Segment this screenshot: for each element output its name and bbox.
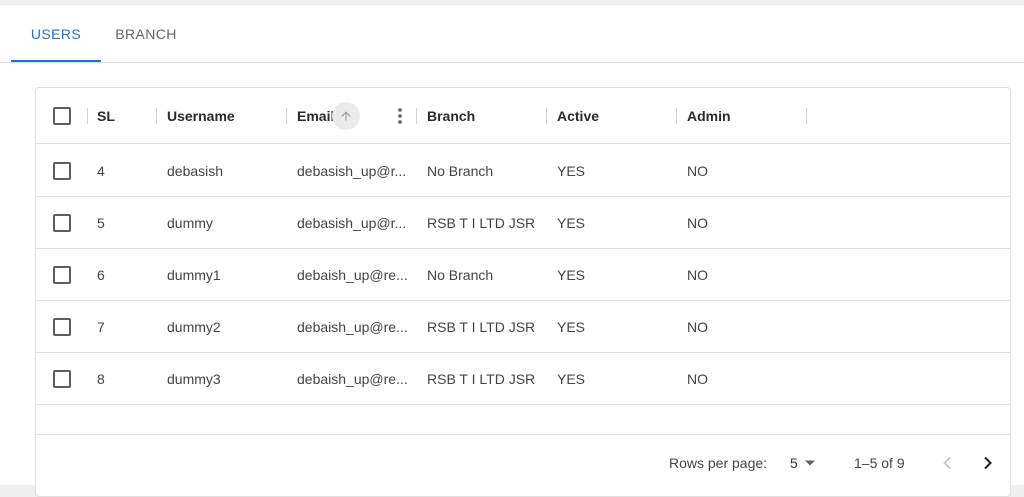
table-row[interactable]: 6 dummy1 debaish_up@re... No Branch YES … xyxy=(36,249,1010,301)
column-separator xyxy=(87,108,88,124)
cell-email: debasish_up@r... xyxy=(297,162,407,179)
cell-username: dummy1 xyxy=(167,266,221,283)
row-checkbox[interactable] xyxy=(53,214,71,232)
row-checkbox[interactable] xyxy=(53,370,71,388)
cell-active: YES xyxy=(557,370,586,387)
sort-ascending-button[interactable] xyxy=(332,102,360,130)
users-data-grid: SL Username Email Branch Active Admin 4 … xyxy=(35,87,1011,497)
row-checkbox[interactable] xyxy=(53,162,71,180)
table-row[interactable]: 4 debasish debasish_up@r... No Branch YE… xyxy=(36,145,1010,197)
cell-branch: RSB T I LTD JSR xyxy=(427,318,536,335)
cell-username: debasish xyxy=(167,162,224,179)
tab-branch[interactable]: BRANCH xyxy=(101,5,191,62)
column-header-branch[interactable]: Branch xyxy=(427,88,475,143)
cell-email: debaish_up@re... xyxy=(297,266,408,283)
cell-admin: NO xyxy=(687,318,708,335)
cell-username: dummy2 xyxy=(167,318,221,335)
column-header-sl[interactable]: SL xyxy=(97,88,115,143)
rows-per-page-label: Rows per page: xyxy=(669,455,768,471)
row-checkbox[interactable] xyxy=(53,266,71,284)
rows-per-page-select[interactable]: 5 xyxy=(790,451,816,475)
column-separator xyxy=(546,108,547,124)
cell-branch: RSB T I LTD JSR xyxy=(427,214,536,231)
cell-sl: 6 xyxy=(97,266,105,283)
grid-header: SL Username Email Branch Active Admin xyxy=(36,88,1010,144)
cell-email: debaish_up@re... xyxy=(297,370,408,387)
column-separator xyxy=(156,108,157,124)
select-all-checkbox[interactable] xyxy=(53,107,71,125)
table-row[interactable]: 7 dummy2 debaish_up@re... RSB T I LTD JS… xyxy=(36,301,1010,353)
previous-page-button[interactable] xyxy=(934,450,960,476)
caret-down-icon xyxy=(804,460,815,466)
arrow-up-icon xyxy=(341,111,351,121)
cell-branch: No Branch xyxy=(427,266,494,283)
column-separator xyxy=(806,108,807,124)
tab-bar: USERS BRANCH xyxy=(11,5,191,62)
pagination-footer: Rows per page: 5 1–5 of 9 xyxy=(36,434,1010,494)
table-row[interactable]: 8 dummy3 debaish_up@re... RSB T I LTD JS… xyxy=(36,353,1010,405)
cell-email: debasish_up@r... xyxy=(297,214,407,231)
cell-admin: NO xyxy=(687,214,708,231)
cell-active: YES xyxy=(557,318,586,335)
tabs-divider xyxy=(0,62,1024,63)
row-checkbox[interactable] xyxy=(53,318,71,336)
cell-sl: 7 xyxy=(97,318,105,335)
cell-username: dummy xyxy=(167,214,213,231)
column-menu-button[interactable] xyxy=(392,105,408,127)
cell-admin: NO xyxy=(687,370,708,387)
cell-sl: 5 xyxy=(97,214,105,231)
tab-users[interactable]: USERS xyxy=(11,5,101,62)
page: USERS BRANCH SL Username Email Branch Ac… xyxy=(0,4,1024,497)
cell-sl: 8 xyxy=(97,370,105,387)
column-header-admin[interactable]: Admin xyxy=(687,88,731,143)
column-separator xyxy=(286,108,287,124)
rows-per-page-value: 5 xyxy=(790,455,798,471)
column-separator xyxy=(416,108,417,124)
cell-admin: NO xyxy=(687,266,708,283)
column-header-username[interactable]: Username xyxy=(167,88,235,143)
cell-username: dummy3 xyxy=(167,370,221,387)
cell-admin: NO xyxy=(687,162,708,179)
chevron-left-icon xyxy=(943,456,951,470)
cell-branch: No Branch xyxy=(427,162,494,179)
pagination-range: 1–5 of 9 xyxy=(854,455,905,471)
column-header-email[interactable]: Email xyxy=(297,88,334,143)
column-header-active[interactable]: Active xyxy=(557,88,599,143)
next-page-button[interactable] xyxy=(975,450,1001,476)
cell-branch: RSB T I LTD JSR xyxy=(427,370,536,387)
cell-active: YES xyxy=(557,214,586,231)
chevron-right-icon xyxy=(984,456,992,470)
more-vert-icon xyxy=(398,108,402,124)
cell-active: YES xyxy=(557,266,586,283)
cell-sl: 4 xyxy=(97,162,105,179)
cell-active: YES xyxy=(557,162,586,179)
table-row[interactable]: 5 dummy debasish_up@r... RSB T I LTD JSR… xyxy=(36,197,1010,249)
column-separator xyxy=(676,108,677,124)
cell-email: debaish_up@re... xyxy=(297,318,408,335)
